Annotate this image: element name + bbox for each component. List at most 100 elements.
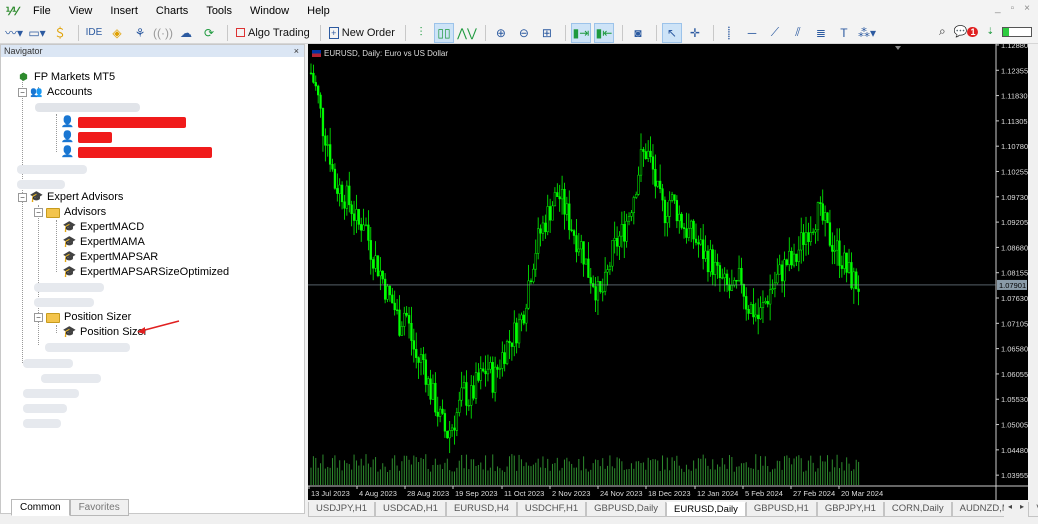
menu-charts[interactable]: Charts (147, 0, 197, 22)
account-item[interactable]: 👤 (61, 115, 186, 130)
cloud-icon[interactable]: ☁ (176, 23, 196, 43)
candle-body (345, 185, 349, 209)
candle-body (448, 430, 451, 439)
new-order-button[interactable]: + New Order (326, 23, 398, 43)
chart-shift-icon[interactable]: ▮⇤ (593, 22, 614, 43)
menu-insert[interactable]: Insert (101, 0, 147, 22)
chart-tab[interactable]: EURUSD,H4 (445, 502, 517, 517)
y-tick-label: 1.11830 (1001, 92, 1028, 101)
crosshair-icon[interactable]: ✛ (685, 23, 705, 43)
chart-tab[interactable]: CORN,Daily (883, 502, 952, 517)
collapse-toggle-icon[interactable]: − (34, 313, 43, 322)
candle-body (465, 382, 468, 406)
tree-expert-advisors[interactable]: − 🎓 Expert Advisors (18, 190, 123, 205)
screenshot-icon[interactable]: ◙ (628, 23, 648, 43)
candle-body (376, 255, 380, 277)
candle-body (508, 341, 511, 344)
tab-scroll-arrows[interactable]: ◂ ▸ (1004, 502, 1028, 517)
menu-tools[interactable]: Tools (197, 0, 241, 22)
chart-tab[interactable]: USDCHF,H1 (516, 502, 587, 517)
profiles-icon[interactable]: ▭▾ (27, 23, 47, 43)
account-item[interactable]: 👤 (61, 130, 112, 145)
broker-icon: ⬢ (19, 72, 28, 83)
shop-icon[interactable]: ◈ (107, 23, 127, 43)
tree-position-sizer-folder[interactable]: − Position Sizer (34, 310, 131, 325)
tree-blurred-row (34, 295, 94, 310)
candle-body (792, 253, 796, 266)
toolbar-divider (227, 24, 228, 41)
tab-scroll-right-icon[interactable]: ▸ (1020, 502, 1024, 517)
chart-tab[interactable]: GBPJPY,H1 (816, 502, 884, 517)
notifications-icon[interactable]: 💬 1 (954, 25, 979, 38)
search-icon[interactable]: ⌕ (939, 24, 946, 39)
chart-tab[interactable]: VXUS (1028, 502, 1038, 517)
fibonacci-icon[interactable]: ≣ (811, 23, 831, 43)
candle-body (369, 240, 372, 260)
tab-scroll-left-icon[interactable]: ◂ (1008, 502, 1012, 517)
candle-body (544, 222, 547, 233)
cursor-icon[interactable]: ↖ (661, 22, 682, 43)
tree-blurred-row (23, 401, 67, 416)
signals-icon[interactable]: ((·)) (153, 23, 173, 43)
trendline-icon[interactable]: ⟋ (765, 23, 785, 43)
menu-help[interactable]: Help (298, 0, 339, 22)
candle-body (747, 309, 750, 314)
horizontal-line-icon[interactable]: ─ (742, 23, 762, 43)
candle-body (427, 378, 430, 385)
zoom-in-icon[interactable]: ⊕ (491, 23, 511, 43)
candle-body (754, 314, 757, 318)
candle-body (740, 267, 743, 285)
tree-root[interactable]: ⬢ FP Markets MT5 (17, 70, 115, 85)
chart-tab[interactable]: USDJPY,H1 (308, 502, 376, 517)
candle-body (556, 192, 559, 197)
candlestick-icon[interactable]: ▯▯ (433, 22, 454, 43)
chart-tab[interactable]: USDCAD,H1 (375, 502, 446, 517)
advisor-item[interactable]: 🎓 ExpertMAPSAR (63, 250, 159, 265)
candle-body (582, 241, 585, 265)
tab-favorites[interactable]: Favorites (69, 499, 129, 516)
market-icon[interactable]: ＄ (50, 23, 70, 43)
menu-window[interactable]: Window (241, 0, 298, 22)
zoom-out-icon[interactable]: ⊖ (514, 23, 534, 43)
minimize-icon[interactable]: _ (995, 3, 1001, 14)
collapse-toggle-icon[interactable]: − (18, 193, 27, 202)
chart-tab[interactable]: GBPUSD,Daily (586, 502, 667, 517)
candle-body (501, 352, 504, 369)
menu-view[interactable]: View (60, 0, 102, 22)
bar-chart-icon[interactable]: ⫶ (411, 23, 431, 43)
menu-file[interactable]: File (24, 0, 60, 22)
chart-tab[interactable]: GBPUSD,H1 (745, 502, 817, 517)
algo-trading-button[interactable]: Algo Trading (233, 23, 313, 43)
close-icon[interactable]: × (1024, 3, 1030, 14)
vertical-line-icon[interactable]: ⸽ (719, 23, 739, 43)
collapse-toggle-icon[interactable]: − (34, 208, 43, 217)
tile-windows-icon[interactable]: ⊞ (537, 23, 557, 43)
line-chart-icon[interactable]: ⋀⋁ (457, 23, 477, 43)
auto-scroll-icon[interactable]: ▮⇥ (570, 22, 591, 43)
vps-icon[interactable]: ⚘ (130, 23, 150, 43)
tab-common[interactable]: Common (11, 499, 70, 516)
candle-body (584, 258, 588, 265)
collapse-toggle-icon[interactable]: − (18, 88, 27, 97)
shapes-icon[interactable]: ⁂▾ (857, 23, 877, 43)
channel-icon[interactable]: ⫽ (788, 23, 808, 43)
advisor-item[interactable]: 🎓 ExpertMACD (63, 220, 145, 235)
chart-window[interactable]: 1.12880 1.12355 1.11830 1.11305 1.10780 1.102… (308, 44, 1028, 500)
chart-tab[interactable]: EURUSD,Daily (666, 502, 746, 517)
ide-button[interactable]: IDE (84, 23, 104, 43)
restore-icon[interactable]: ▫ (1011, 3, 1015, 14)
advisor-item[interactable]: 🎓 ExpertMAPSARSizeOptimized (63, 265, 230, 280)
refresh-icon[interactable]: ⟳ (199, 23, 219, 43)
account-item[interactable]: 👤 (61, 145, 212, 160)
tree-accounts[interactable]: − 👥 Accounts (18, 85, 92, 100)
y-tick-label: 1.07105 (1001, 319, 1028, 328)
tree-advisors-folder[interactable]: − Advisors (34, 205, 106, 220)
advisor-item[interactable]: 🎓 ExpertMAMA (63, 235, 145, 250)
candle-body (474, 372, 478, 399)
candle-body (855, 271, 858, 290)
text-icon[interactable]: T (834, 23, 854, 43)
navigator-close-icon[interactable]: × (294, 45, 299, 57)
new-chart-icon[interactable]: 〰▾ (4, 23, 24, 43)
y-tick-label: 1.04480 (1001, 446, 1028, 455)
price-chart[interactable]: 1.12880 1.12355 1.11830 1.11305 1.10780 1.102… (308, 44, 1028, 500)
